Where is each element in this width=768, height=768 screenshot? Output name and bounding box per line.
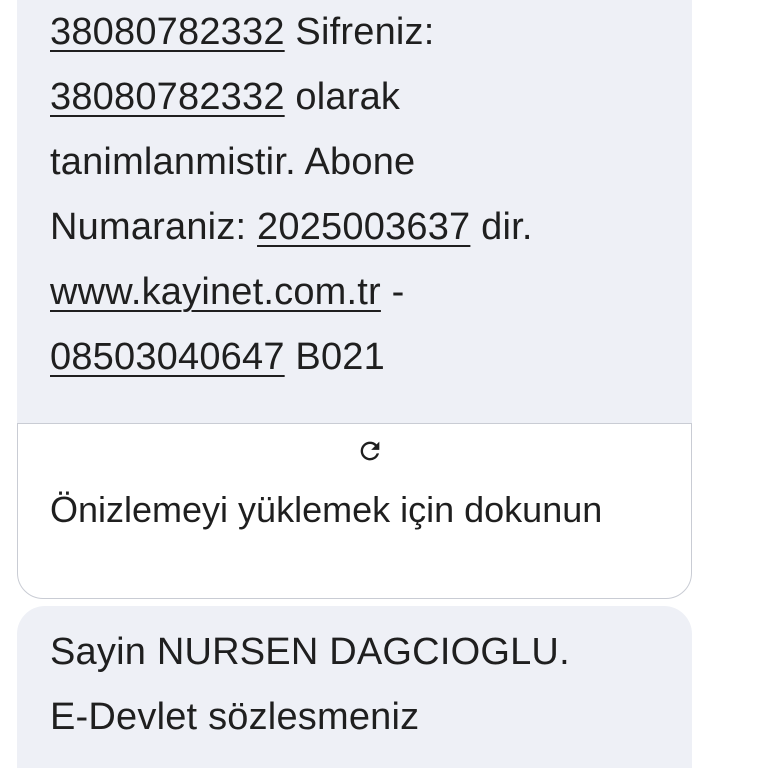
message-bubble[interactable]: Sayin NURSEN DAGCIOGLU. E-Devlet sözlesm… <box>17 606 692 768</box>
password-number-link[interactable]: 38080782332 <box>50 11 285 53</box>
password-value-link[interactable]: 38080782332 <box>50 76 285 118</box>
message-line: 38080782332 Sifreniz: <box>50 11 435 53</box>
message-text: Sayin NURSEN DAGCIOGLU. E-Devlet sözlesm… <box>50 620 690 750</box>
phone-number-link[interactable]: 08503040647 <box>50 336 285 378</box>
message-text: 38080782332 Sifreniz: 38080782332 olarak… <box>50 0 680 390</box>
link-preview-card[interactable]: Önizlemeyi yüklemek için dokunun <box>17 423 692 599</box>
website-link[interactable]: www.kayinet.com.tr <box>50 271 381 313</box>
message-line: Sayin NURSEN DAGCIOGLU. <box>50 631 570 673</box>
message-line: 08503040647 B021 <box>50 336 385 378</box>
preview-label: Önizlemeyi yüklemek için dokunun <box>50 489 603 530</box>
subscriber-number-link[interactable]: 2025003637 <box>257 206 470 248</box>
message-line: Numaraniz: 2025003637 dir. <box>50 206 533 248</box>
message-bubble[interactable]: 38080782332 Sifreniz: 38080782332 olarak… <box>17 0 692 428</box>
message-line: tanimlanmistir. Abone <box>50 141 416 183</box>
messages-screen: 38080782332 Sifreniz: 38080782332 olarak… <box>0 0 768 768</box>
refresh-icon[interactable] <box>356 437 384 465</box>
message-line: www.kayinet.com.tr - <box>50 271 405 313</box>
message-line: E-Devlet sözlesmeniz <box>50 696 420 738</box>
message-line: 38080782332 olarak <box>50 76 401 118</box>
